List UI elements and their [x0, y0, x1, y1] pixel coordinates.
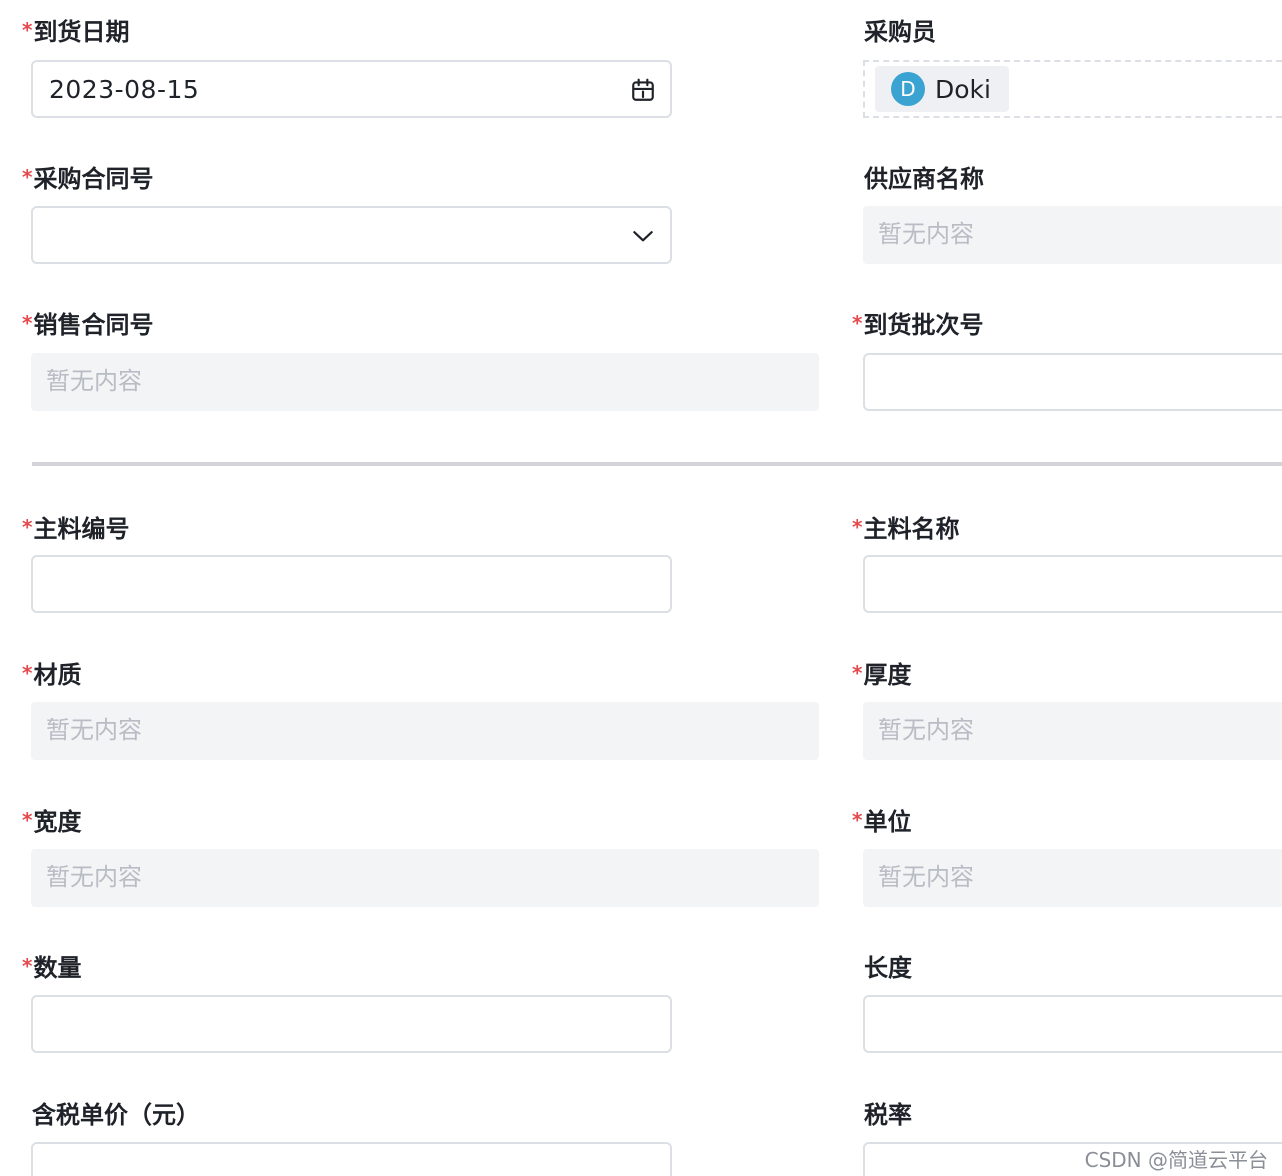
required-mark: * — [852, 661, 863, 685]
material-placeholder: 暂无内容 — [46, 716, 142, 744]
unit-price-incl-tax-input[interactable] — [31, 1142, 672, 1176]
required-mark: * — [22, 18, 33, 42]
unit-price-incl-tax-label: 含税单价（元） — [32, 1101, 200, 1129]
buyer-member-chip[interactable]: D Doki — [875, 66, 1009, 112]
width-label: *宽度 — [22, 808, 82, 836]
arrival-date-value: 2023-08-15 — [49, 75, 200, 104]
thickness-label: *厚度 — [852, 661, 912, 689]
buyer-member-name: Doki — [935, 74, 991, 104]
calendar-icon[interactable] — [630, 77, 656, 103]
unit-field: 暂无内容 — [863, 849, 1282, 907]
width-placeholder: 暂无内容 — [46, 863, 142, 891]
required-mark: * — [22, 165, 33, 189]
required-mark: * — [22, 808, 33, 832]
main-material-code-input[interactable] — [31, 555, 672, 613]
material-field: 暂无内容 — [31, 702, 819, 760]
required-mark: * — [852, 515, 863, 539]
unit-label: *单位 — [852, 808, 912, 836]
avatar: D — [891, 72, 925, 106]
supplier-name-placeholder: 暂无内容 — [878, 220, 974, 248]
quantity-label: *数量 — [22, 954, 82, 982]
unit-placeholder: 暂无内容 — [878, 863, 974, 891]
material-label: *材质 — [22, 661, 82, 689]
thickness-placeholder: 暂无内容 — [878, 716, 974, 744]
buyer-label: 采购员 — [864, 18, 936, 46]
required-mark: * — [22, 515, 33, 539]
arrival-batch-no-input[interactable] — [863, 353, 1282, 411]
length-input[interactable] — [863, 995, 1282, 1053]
required-mark: * — [22, 661, 33, 685]
quantity-input[interactable] — [31, 995, 672, 1053]
main-material-name-label: *主料名称 — [852, 515, 960, 543]
length-label: 长度 — [864, 954, 912, 982]
arrival-date-label: *到货日期 — [22, 18, 130, 46]
chevron-down-icon[interactable] — [630, 223, 656, 249]
width-field: 暂无内容 — [31, 849, 819, 907]
buyer-member-field[interactable]: D Doki — [863, 60, 1282, 118]
section-divider — [32, 462, 1282, 466]
sales-contract-no-field: 暂无内容 — [31, 353, 819, 411]
main-material-code-label: *主料编号 — [22, 515, 130, 543]
arrival-date-input[interactable]: 2023-08-15 — [31, 60, 672, 118]
purchase-contract-no-label: *采购合同号 — [22, 165, 154, 193]
arrival-batch-no-label: *到货批次号 — [852, 311, 984, 339]
supplier-name-field: 暂无内容 — [863, 206, 1282, 264]
sales-contract-no-placeholder: 暂无内容 — [46, 367, 142, 395]
purchase-arrival-form: *到货日期 2023-08-15 采购员 D Doki *采购合同号 供应商名称… — [0, 0, 1282, 1176]
required-mark: * — [22, 954, 33, 978]
required-mark: * — [22, 311, 33, 335]
sales-contract-no-label: *销售合同号 — [22, 311, 154, 339]
required-mark: * — [852, 311, 863, 335]
supplier-name-label: 供应商名称 — [864, 165, 984, 193]
required-mark: * — [852, 808, 863, 832]
thickness-field: 暂无内容 — [863, 702, 1282, 760]
tax-rate-label: 税率 — [864, 1101, 912, 1129]
purchase-contract-no-select[interactable] — [31, 206, 672, 264]
csdn-watermark: CSDN @简道云平台 — [1084, 1148, 1268, 1172]
main-material-name-input[interactable] — [863, 555, 1282, 613]
